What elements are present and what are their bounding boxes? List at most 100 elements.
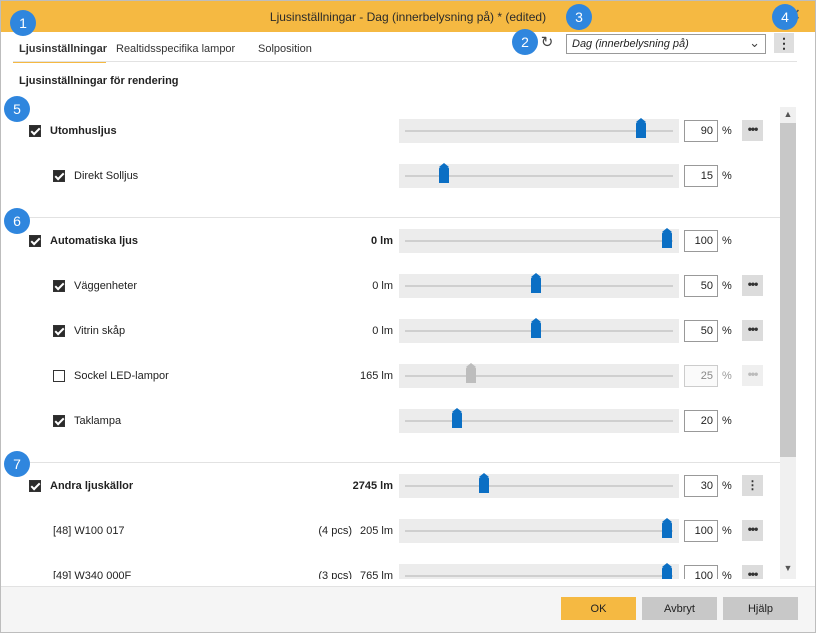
piece-count: (3 pcs) xyxy=(318,570,352,579)
intensity-input[interactable]: 50 xyxy=(684,275,718,297)
lumen-value: 0 lm xyxy=(370,235,393,247)
enable-checkbox[interactable] xyxy=(53,325,65,337)
light-row: Vitrin skåp 0 lm 50% ••• xyxy=(18,316,780,346)
more-options-button[interactable]: ••• xyxy=(742,565,763,579)
intensity-slider[interactable] xyxy=(399,363,679,388)
preset-more-button[interactable]: ⋮ xyxy=(774,33,794,53)
slider-thumb[interactable] xyxy=(662,518,672,538)
intensity-slider[interactable] xyxy=(399,163,679,188)
section-heading: Ljusinställningar för rendering xyxy=(19,75,179,87)
more-options-button[interactable]: ⋮ xyxy=(742,475,763,496)
slider-thumb[interactable] xyxy=(531,318,541,338)
more-options-button[interactable]: ••• xyxy=(742,520,763,541)
slider-track xyxy=(405,375,673,377)
intensity-input[interactable]: 100 xyxy=(684,520,718,542)
light-settings-dialog: Ljusinställningar - Dag (innerbelysning … xyxy=(0,0,816,633)
tab-sun-position[interactable]: Solposition xyxy=(258,43,312,55)
enable-checkbox[interactable] xyxy=(53,370,65,382)
slider-track xyxy=(405,420,673,422)
light-label: Vitrin skåp xyxy=(74,325,126,337)
vertical-scrollbar[interactable]: ▲ ▼ xyxy=(780,107,796,579)
slider-track xyxy=(405,240,673,242)
intensity-slider[interactable] xyxy=(399,318,679,343)
help-button[interactable]: Hjälp xyxy=(723,597,798,620)
intensity-slider[interactable] xyxy=(399,273,679,298)
slider-track xyxy=(405,130,673,132)
intensity-input[interactable]: 15 xyxy=(684,165,718,187)
percent-unit: % xyxy=(722,125,732,137)
light-row: Direkt Solljus 15% xyxy=(18,161,780,191)
light-label: Väggenheter xyxy=(74,280,137,292)
slider-thumb[interactable] xyxy=(531,273,541,293)
scroll-up-icon[interactable]: ▲ xyxy=(780,109,796,123)
piece-count: (4 pcs) xyxy=(318,525,352,537)
percent-unit: % xyxy=(722,480,732,492)
lumen-value: 205 lm xyxy=(359,525,393,537)
enable-checkbox[interactable] xyxy=(29,125,41,137)
intensity-input[interactable]: 30 xyxy=(684,475,718,497)
preset-dropdown[interactable]: Dag (innerbelysning på) ⌄ xyxy=(566,34,766,54)
enable-checkbox[interactable] xyxy=(53,415,65,427)
annotation-marker-5: 5 xyxy=(4,96,30,122)
intensity-input[interactable]: 90 xyxy=(684,120,718,142)
slider-thumb[interactable] xyxy=(662,228,672,248)
light-row: Sockel LED-lampor 165 lm 25% ••• xyxy=(18,361,780,391)
light-row: Taklampa 20% xyxy=(18,406,780,436)
intensity-slider[interactable] xyxy=(399,408,679,433)
slider-thumb[interactable] xyxy=(635,118,646,138)
light-label: Utomhusljus xyxy=(50,125,117,137)
tab-divider xyxy=(13,61,797,62)
light-label: [49] W340 000F xyxy=(53,570,132,579)
light-label: Sockel LED-lampor xyxy=(74,370,169,382)
slider-track xyxy=(405,485,673,487)
group-divider xyxy=(18,462,780,463)
intensity-input[interactable]: 20 xyxy=(684,410,718,432)
lumen-value: 2745 lm xyxy=(352,480,393,492)
more-options-button[interactable]: ••• xyxy=(742,320,763,341)
more-options-button[interactable]: ••• xyxy=(742,120,763,141)
intensity-input[interactable]: 25 xyxy=(684,365,718,387)
intensity-input[interactable]: 100 xyxy=(684,565,718,579)
more-options-button[interactable]: ••• xyxy=(742,275,763,296)
enable-checkbox[interactable] xyxy=(53,280,65,292)
slider-thumb[interactable] xyxy=(465,363,476,383)
intensity-input[interactable]: 100 xyxy=(684,230,718,252)
slider-track xyxy=(405,575,673,577)
annotation-marker-2: 2 xyxy=(512,29,538,55)
percent-unit: % xyxy=(722,370,732,382)
enable-checkbox[interactable] xyxy=(29,480,41,492)
light-label: [48] W100 017 xyxy=(53,525,125,537)
title-bar: Ljusinställningar - Dag (innerbelysning … xyxy=(1,1,815,32)
reset-icon[interactable]: ↻ xyxy=(538,34,556,52)
slider-thumb[interactable] xyxy=(478,473,489,493)
intensity-input[interactable]: 50 xyxy=(684,320,718,342)
enable-checkbox[interactable] xyxy=(29,235,41,247)
light-row: [48] W100 017 (4 pcs) 205 lm 100% ••• xyxy=(18,516,780,546)
slider-thumb[interactable] xyxy=(439,163,450,183)
tab-light-settings[interactable]: Ljusinställningar xyxy=(19,43,107,55)
lights-panel: Utomhusljus 90% ••• Direkt Solljus 15% Automa… xyxy=(18,107,780,579)
scrollbar-thumb[interactable] xyxy=(780,123,796,457)
intensity-slider[interactable] xyxy=(399,518,679,543)
light-row: Väggenheter 0 lm 50% ••• xyxy=(18,271,780,301)
percent-unit: % xyxy=(722,280,732,292)
intensity-slider[interactable] xyxy=(399,473,679,498)
light-label: Andra ljuskällor xyxy=(50,480,134,492)
percent-unit: % xyxy=(722,325,732,337)
cancel-button[interactable]: Avbryt xyxy=(642,597,717,620)
scroll-down-icon[interactable]: ▼ xyxy=(780,563,796,577)
lumen-value: 765 lm xyxy=(359,570,393,579)
ok-button[interactable]: OK xyxy=(561,597,636,620)
intensity-slider[interactable] xyxy=(399,563,679,579)
intensity-slider[interactable] xyxy=(399,228,679,253)
lumen-value: 0 lm xyxy=(372,280,393,292)
intensity-slider[interactable] xyxy=(399,118,679,143)
slider-track xyxy=(405,530,673,532)
lumen-value: 0 lm xyxy=(372,325,393,337)
annotation-marker-3: 3 xyxy=(566,4,592,30)
slider-thumb[interactable] xyxy=(662,563,672,579)
light-group-row: Andra ljuskällor 2745 lm 30% ⋮ xyxy=(18,471,780,501)
slider-thumb[interactable] xyxy=(452,408,463,428)
tab-realtime-lamps[interactable]: Realtidsspecifika lampor xyxy=(116,43,235,55)
enable-checkbox[interactable] xyxy=(53,170,65,182)
